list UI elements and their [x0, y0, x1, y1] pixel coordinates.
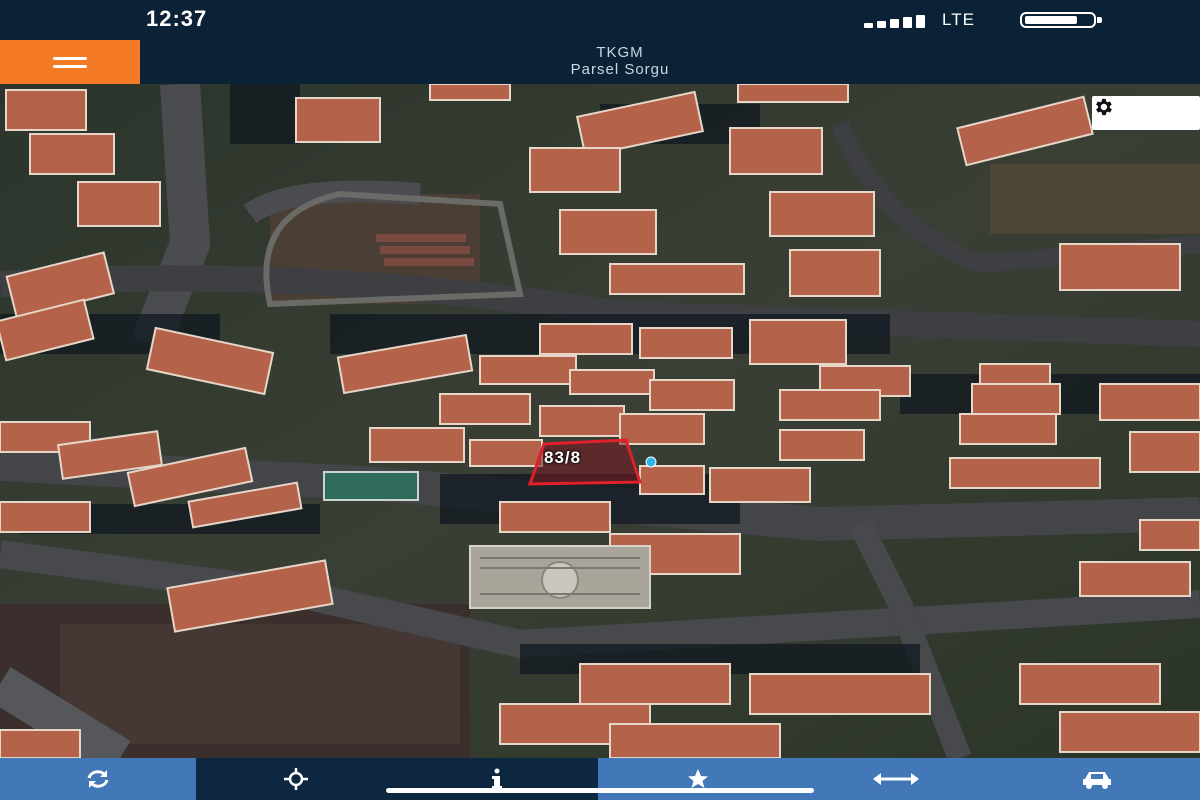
status-bar: 12:37 LTE	[0, 0, 1200, 40]
home-indicator[interactable]	[386, 788, 814, 793]
title-line-1: TKGM	[596, 44, 644, 61]
refresh-button[interactable]	[0, 758, 196, 800]
app-header: TKGM Parsel Sorgu	[0, 40, 1200, 84]
info-button[interactable]	[396, 758, 598, 800]
signal-strength-icon	[864, 14, 928, 28]
title-line-2: Parsel Sorgu	[570, 61, 670, 78]
hamburger-icon	[53, 56, 87, 60]
bottom-toolbar	[0, 758, 1200, 800]
locate-button[interactable]	[196, 758, 396, 800]
gear-icon	[1096, 98, 1112, 116]
parcel-number-label[interactable]: 83/8	[536, 448, 684, 476]
refresh-icon	[87, 770, 109, 788]
satellite-map[interactable]: 83/8	[0, 84, 1200, 758]
favorites-button[interactable]	[598, 758, 798, 800]
battery-icon	[1020, 12, 1096, 28]
map-settings-button[interactable]	[1092, 96, 1200, 130]
page-title: TKGM Parsel Sorgu	[440, 44, 800, 78]
network-type: LTE	[942, 10, 975, 29]
location-crosshair-icon	[284, 768, 308, 790]
menu-button[interactable]	[0, 40, 140, 84]
battery-tip	[1097, 17, 1102, 23]
measure-button[interactable]	[798, 758, 994, 800]
navigation-button[interactable]	[994, 758, 1200, 800]
status-time: 12:37	[146, 6, 208, 31]
info-icon	[492, 768, 502, 789]
measure-icon	[873, 773, 919, 785]
car-icon	[1083, 772, 1111, 789]
satellite-imagery	[0, 84, 1200, 758]
